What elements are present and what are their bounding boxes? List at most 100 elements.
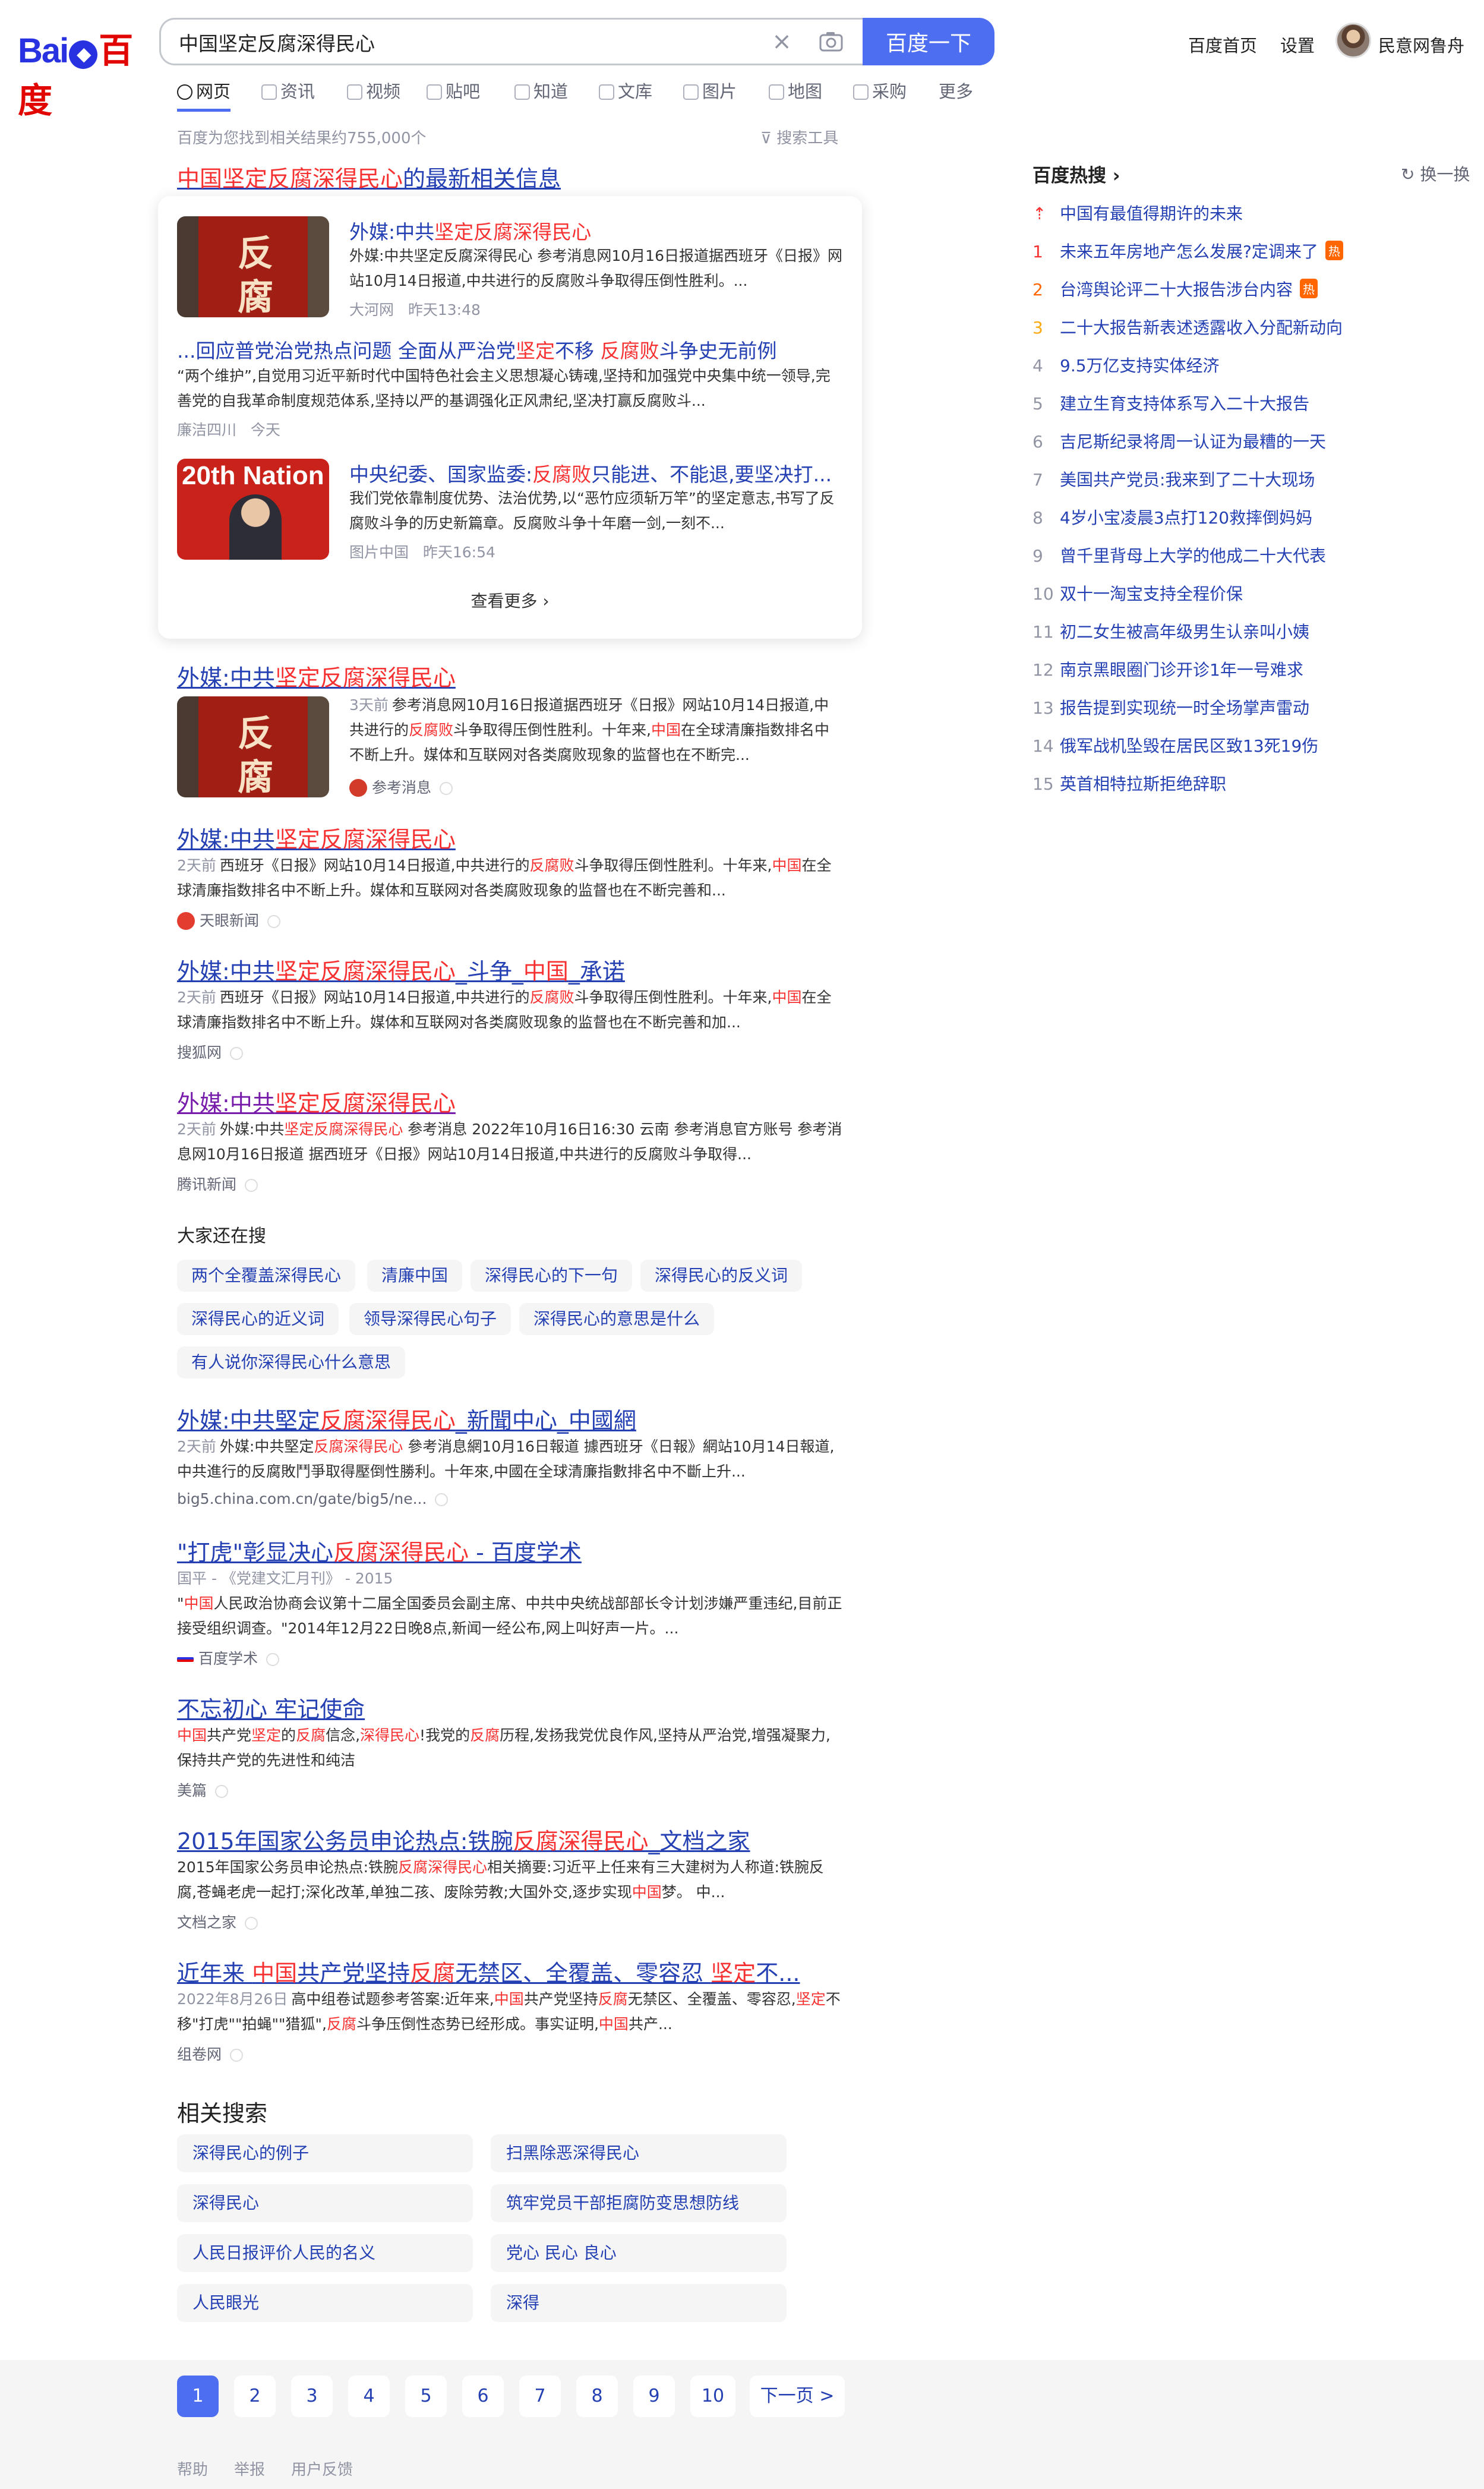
related-search-item[interactable]: 深得民心 [177, 2184, 473, 2222]
info-icon[interactable] [245, 1917, 258, 1930]
hot-search-item[interactable]: 6 吉尼斯纪录将周一认证为最糟的一天 [1033, 429, 1326, 453]
result-title[interactable]: "打虎"彰显决心反腐深得民心 - 百度学术 [177, 1534, 582, 1567]
also-searched-chip[interactable]: 清廉中国 [367, 1260, 463, 1292]
hot-search-item[interactable]: 8 4岁小宝凌晨3点打120救摔倒妈妈 [1033, 505, 1312, 529]
result-title[interactable]: 外媒:中共坚定反腐深得民心 [177, 660, 456, 692]
hot-search-item[interactable]: 4 9.5万亿支持实体经济 [1033, 353, 1220, 377]
tab-zhidao[interactable]: 知道 [514, 76, 568, 112]
info-icon[interactable] [215, 1785, 229, 1798]
tab-more[interactable]: 更多 [939, 76, 973, 112]
hot-search-item[interactable]: 12 南京黑眼圈门诊开诊1年一号难求 [1033, 657, 1303, 681]
settings-link[interactable]: 设置 [1280, 32, 1315, 57]
hot-search-item[interactable]: 3 二十大报告新表述透露收入分配新动向 [1033, 315, 1343, 339]
page-number[interactable]: 3 [291, 2376, 333, 2417]
info-icon[interactable] [245, 1179, 258, 1192]
related-search-item[interactable]: 筑牢党员干部拒腐防变思想防线 [491, 2184, 787, 2222]
result-source[interactable]: big5.china.com.cn/gate/big5/ne... [177, 1490, 449, 1507]
tab-news[interactable]: 资讯 [261, 76, 315, 112]
result-title[interactable]: 2015年国家公务员申论热点:铁腕反腐深得民心_文档之家 [177, 1823, 750, 1856]
page-number[interactable]: 10 [690, 2376, 735, 2417]
news-item-title[interactable]: ...回应普党治党热点问题 全面从严治党坚定不移 反腐败斗争史无前例 [177, 335, 776, 364]
tab-images[interactable]: 图片 [683, 76, 737, 112]
tab-map[interactable]: 地图 [769, 76, 822, 112]
feedback-link[interactable]: 用户反馈 [291, 2458, 353, 2479]
related-search-item[interactable]: 党心 民心 良心 [491, 2234, 787, 2272]
also-searched-chip[interactable]: 深得民心的反义词 [640, 1260, 803, 1292]
hot-search-item[interactable]: 9 曾千里背母上大学的他成二十大代表 [1033, 543, 1326, 567]
page-number[interactable]: 9 [633, 2376, 675, 2417]
also-searched-chip[interactable]: 有人说你深得民心什么意思 [177, 1346, 406, 1378]
related-search-item[interactable]: 深得 [491, 2284, 787, 2322]
related-search-item[interactable]: 人民日报评价人民的名义 [177, 2234, 473, 2272]
hot-search-item[interactable]: 7 美国共产党员:我来到了二十大现场 [1033, 467, 1315, 491]
hot-search-title[interactable]: 百度热搜 › [1033, 160, 1120, 187]
result-source[interactable]: 腾讯新闻 [177, 1173, 258, 1194]
search-tools-button[interactable]: ⊽ 搜索工具 [760, 126, 838, 148]
info-icon[interactable] [266, 1653, 280, 1666]
search-input[interactable] [179, 30, 713, 54]
info-icon[interactable] [440, 782, 453, 795]
page-number[interactable]: 4 [348, 2376, 390, 2417]
hot-search-item[interactable]: 2 台湾舆论评二十大报告涉台内容热 [1033, 277, 1318, 301]
info-icon[interactable] [230, 1047, 244, 1060]
result-source[interactable]: 文档之家 [177, 1911, 258, 1932]
camera-icon[interactable] [814, 27, 848, 56]
clear-icon[interactable]: × [767, 27, 797, 56]
result-source[interactable]: 组卷网 [177, 2043, 244, 2064]
page-number[interactable]: 5 [405, 2376, 447, 2417]
hot-search-item[interactable]: ⇡ 中国有最值得期许的未来 [1033, 201, 1243, 225]
tab-web[interactable]: 网页 [177, 76, 231, 112]
hot-search-item[interactable]: 15 英首相特拉斯拒绝辞职 [1033, 771, 1226, 795]
hot-search-item[interactable]: 11 初二女生被高年级男生认亲叫小姨 [1033, 619, 1309, 643]
tab-tieba[interactable]: 贴吧 [427, 76, 480, 112]
tab-wenku[interactable]: 文库 [599, 76, 652, 112]
page-number[interactable]: 2 [234, 2376, 276, 2417]
news-thumbnail[interactable]: 20th Nation [177, 459, 329, 560]
next-page-button[interactable]: 下一页 > [750, 2376, 845, 2417]
result-source[interactable]: 参考消息 [349, 776, 453, 797]
info-icon[interactable] [267, 915, 281, 928]
page-number[interactable]: 7 [519, 2376, 561, 2417]
result-title[interactable]: 外媒:中共坚定反腐深得民心 [177, 1085, 456, 1118]
refresh-button[interactable]: ↻ 换一换 [1401, 162, 1470, 185]
related-search-item[interactable]: 深得民心的例子 [177, 2134, 473, 2172]
baidu-logo[interactable]: Bai ◆ 百度 [18, 23, 143, 120]
page-number[interactable]: 8 [576, 2376, 618, 2417]
tab-video[interactable]: 视频 [347, 76, 400, 112]
result-source[interactable]: 天眼新闻 [177, 909, 281, 930]
also-searched-chip[interactable]: 领导深得民心句子 [349, 1303, 511, 1335]
result-source[interactable]: 美篇 [177, 1779, 229, 1800]
related-search-item[interactable]: 扫黑除恶深得民心 [491, 2134, 787, 2172]
search-button[interactable]: 百度一下 [863, 18, 994, 65]
page-number[interactable]: 6 [462, 2376, 504, 2417]
news-card-title[interactable]: 中国坚定反腐深得民心的最新相关信息 [177, 160, 561, 193]
result-title[interactable]: 外媒:中共坚定反腐深得民心_斗争_中国_承诺 [177, 953, 625, 986]
hot-search-item[interactable]: 14 俄军战机坠毁在居民区致13死19伤 [1033, 733, 1318, 757]
help-link[interactable]: 帮助 [177, 2458, 208, 2479]
hot-search-item[interactable]: 1 未来五年房地产怎么发展?定调来了热 [1033, 239, 1343, 263]
also-searched-chip[interactable]: 深得民心的下一句 [471, 1260, 633, 1292]
page-number[interactable]: 1 [177, 2376, 219, 2417]
also-searched-chip[interactable]: 深得民心的近义词 [177, 1303, 339, 1335]
hot-search-item[interactable]: 13 报告提到实现统一时全场掌声雷动 [1033, 695, 1309, 719]
result-title[interactable]: 外媒:中共坚定反腐深得民心 [177, 821, 456, 854]
result-source[interactable]: 百度学术 [177, 1647, 280, 1668]
tab-purchase[interactable]: 采购 [853, 76, 907, 112]
result-title[interactable]: 外媒:中共堅定反腐深得民心_新聞中心_中國網 [177, 1402, 636, 1435]
info-icon[interactable] [435, 1493, 449, 1506]
username-link[interactable]: 民意网鲁舟 [1378, 32, 1464, 57]
news-item-title[interactable]: 外媒:中共坚定反腐深得民心 [349, 216, 591, 245]
avatar[interactable] [1335, 23, 1371, 58]
result-title[interactable]: 近年来 中国共产党坚持反腐无禁区、全覆盖、零容忍 坚定不... [177, 1955, 800, 1988]
result-title[interactable]: 不忘初心 牢记使命 [177, 1691, 365, 1724]
related-search-item[interactable]: 人民眼光 [177, 2284, 473, 2322]
result-thumbnail[interactable]: 反腐 [177, 696, 329, 797]
also-searched-chip[interactable]: 深得民心的意思是什么 [519, 1303, 715, 1335]
info-icon[interactable] [230, 2049, 244, 2062]
news-thumbnail[interactable]: 反腐 [177, 216, 329, 317]
result-source[interactable]: 搜狐网 [177, 1041, 244, 1062]
also-searched-chip[interactable]: 两个全覆盖深得民心 [177, 1260, 356, 1292]
report-link[interactable]: 举报 [234, 2458, 265, 2479]
hot-search-item[interactable]: 5 建立生育支持体系写入二十大报告 [1033, 391, 1309, 415]
news-item-title[interactable]: 中央纪委、国家监委:反腐败只能进、不能退,要坚决打... [349, 459, 832, 487]
